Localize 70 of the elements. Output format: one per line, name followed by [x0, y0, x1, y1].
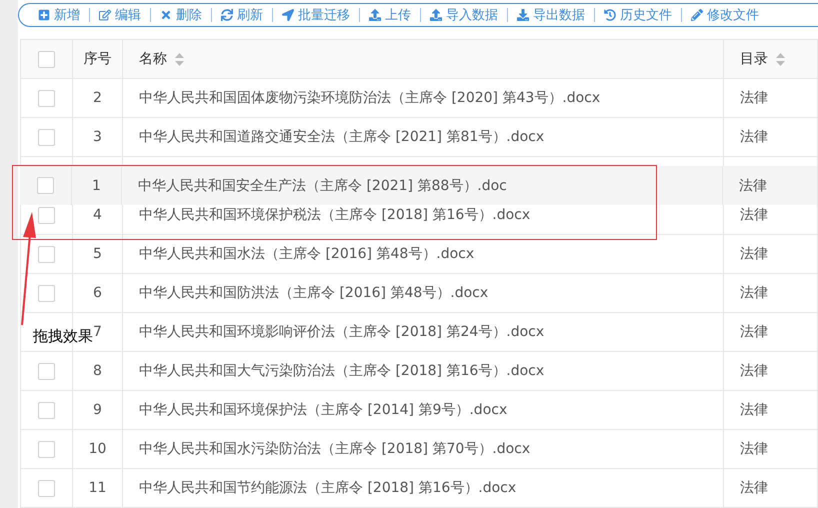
checkbox[interactable] — [38, 362, 55, 380]
sort-icon[interactable] — [776, 52, 785, 66]
category-text: 法律 — [740, 245, 768, 263]
toolbar-button[interactable]: 新增 — [29, 6, 89, 24]
toolbar-button[interactable]: 编辑 — [90, 6, 150, 24]
category-text: 法律 — [739, 176, 767, 194]
checkbox[interactable] — [38, 206, 55, 224]
pencil-icon — [691, 9, 703, 21]
file-name: 中华人民共和国安全生产法（主席令 [2021] 第88号）.doc — [138, 176, 507, 194]
history-icon — [604, 9, 616, 21]
checkbox[interactable] — [38, 50, 55, 68]
plus-icon — [38, 9, 50, 21]
file-name: 中华人民共和国水法（主席令 [2016] 第48号）.docx — [139, 245, 474, 263]
checkbox[interactable] — [38, 90, 55, 106]
toolbar-button[interactable]: 历史文件 — [595, 6, 681, 24]
toolbar-button[interactable]: 批量迁移 — [273, 6, 359, 24]
checkbox[interactable] — [38, 440, 55, 458]
checkbox[interactable] — [38, 402, 55, 418]
row-number: 6 — [93, 285, 102, 301]
column-header[interactable]: 目录 — [740, 50, 768, 68]
row-number: 4 — [93, 207, 102, 223]
toolbar-button[interactable]: 刷新 — [212, 6, 272, 24]
upload-icon — [430, 9, 442, 21]
row-number: 8 — [93, 363, 102, 379]
download-icon — [517, 9, 529, 21]
row-number: 10 — [88, 441, 106, 457]
category-text: 法律 — [740, 206, 768, 224]
category-text: 法律 — [740, 128, 768, 146]
sort-icon[interactable] — [175, 52, 184, 66]
row-number: 11 — [88, 480, 106, 496]
file-name: 中华人民共和国大气污染防治法（主席令 [2018] 第16号）.docx — [139, 362, 544, 380]
toolbar-button[interactable]: 删除 — [151, 6, 211, 24]
category-text: 法律 — [740, 284, 768, 302]
column-header[interactable]: 名称 — [139, 50, 167, 68]
row-number: 3 — [93, 129, 102, 145]
checkbox[interactable] — [37, 177, 54, 194]
toolbar-button[interactable]: 导出数据 — [508, 6, 594, 24]
file-name: 中华人民共和国水污染防治法（主席令 [2018] 第70号）.docx — [139, 440, 530, 458]
row-number: 2 — [93, 90, 102, 106]
toolbar-button[interactable]: 上传 — [360, 6, 420, 24]
close-icon — [160, 9, 172, 21]
row-number: 9 — [93, 402, 102, 418]
row-number: 1 — [92, 178, 101, 194]
file-name: 中华人民共和国道路交通安全法（主席令 [2021] 第81号）.docx — [139, 128, 544, 146]
upload-icon — [369, 9, 381, 21]
category-text: 法律 — [740, 440, 768, 458]
file-name: 中华人民共和国环境影响评价法（主席令 [2018] 第24号）.docx — [139, 323, 544, 341]
edit-icon — [99, 9, 111, 21]
annotation-label: 拖拽效果 — [33, 327, 93, 346]
file-name: 中华人民共和国环境保护税法（主席令 [2018] 第16号）.docx — [139, 206, 530, 224]
toolbar-button[interactable]: 修改文件 — [682, 6, 768, 24]
checkbox[interactable] — [38, 128, 55, 146]
category-text: 法律 — [740, 479, 768, 497]
category-text: 法律 — [740, 401, 768, 419]
file-name: 中华人民共和国环境保护法（主席令 [2014] 第9号）.docx — [139, 401, 508, 419]
row-number: 7 — [93, 324, 102, 340]
file-name: 中华人民共和国防洪法（主席令 [2016] 第48号）.docx — [139, 284, 488, 302]
category-text: 法律 — [740, 323, 768, 341]
refresh-icon — [221, 9, 233, 21]
category-text: 法律 — [740, 362, 768, 380]
file-name: 中华人民共和国固体废物污染环境防治法（主席令 [2020] 第43号）.docx — [139, 89, 600, 107]
column-header: 序号 — [84, 50, 112, 68]
checkbox[interactable] — [38, 246, 55, 262]
checkbox[interactable] — [38, 284, 55, 302]
toolbar-button[interactable]: 导入数据 — [421, 6, 507, 24]
paper-plane-icon — [282, 9, 294, 21]
checkbox[interactable] — [38, 480, 55, 496]
file-name: 中华人民共和国节约能源法（主席令 [2018] 第16号）.docx — [139, 479, 516, 497]
category-text: 法律 — [740, 89, 768, 107]
row-number: 5 — [93, 246, 102, 262]
